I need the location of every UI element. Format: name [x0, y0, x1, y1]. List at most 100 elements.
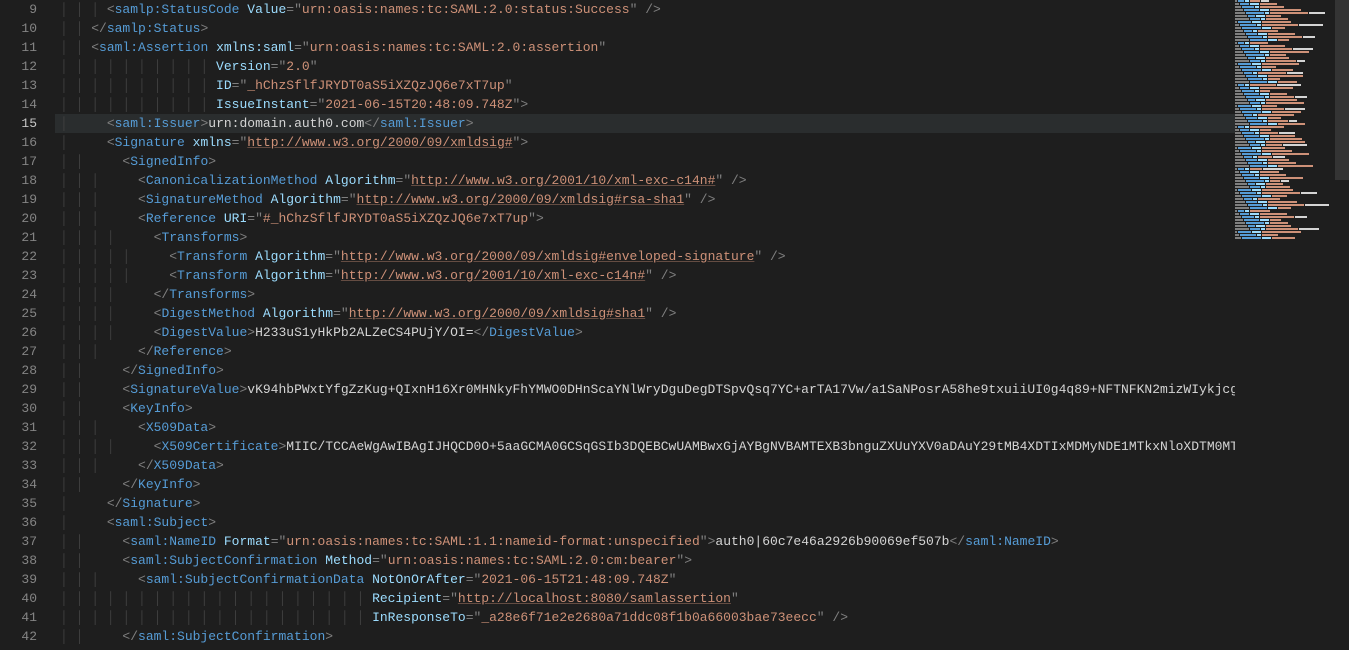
indent-guide: │ │ — [60, 97, 91, 112]
code-line[interactable]: │ │ │ <samlp:StatusCode Value="urn:oasis… — [55, 0, 1349, 19]
token-tag: saml:Issuer — [380, 116, 466, 131]
indent-guide: │ │ │ — [60, 458, 138, 473]
indent-guide: │ │ │ │ │ — [60, 249, 169, 264]
token-pun: < — [107, 116, 115, 131]
line-number: 30 — [0, 399, 37, 418]
token-str: urn:oasis:names:tc:SAML:1.1:nameid-forma… — [286, 534, 699, 549]
code-line[interactable]: │ │ </KeyInfo> — [55, 475, 1349, 494]
token-txt — [263, 192, 271, 207]
code-area[interactable]: │ │ │ <samlp:StatusCode Value="urn:oasis… — [55, 0, 1349, 650]
token-pun: " — [294, 2, 302, 17]
token-pun: > — [575, 325, 583, 340]
token-str: 2021-06-15T20:48:09.748Z — [325, 97, 512, 112]
code-line[interactable]: │ </Signature> — [55, 494, 1349, 513]
code-line[interactable]: │ │ │ </Reference> — [55, 342, 1349, 361]
token-pun: " — [333, 249, 341, 264]
token-tag: X509Certificate — [161, 439, 278, 454]
token-attr: Recipient — [372, 591, 442, 606]
line-number: 22 — [0, 247, 37, 266]
code-line[interactable]: │ │ │ │ │ │ │ │ │ │ ID="_hChzSflfJRYDT0a… — [55, 76, 1349, 95]
indent-guide: │ │ │ │ │ — [60, 268, 169, 283]
code-line[interactable]: │ │ │ <CanonicalizationMethod Algorithm=… — [55, 171, 1349, 190]
token-tag: Transforms — [161, 230, 239, 245]
token-pun: " — [403, 173, 411, 188]
indent-guide: │ │ │ — [60, 173, 138, 188]
token-pun: " — [380, 553, 388, 568]
scroll-thumb[interactable] — [1335, 0, 1349, 180]
indent-guide: │ — [60, 135, 107, 150]
token-txt — [762, 249, 770, 264]
code-line[interactable]: │ │ <SignatureValue>vK94hbPWxtYfgZzKug+Q… — [55, 380, 1349, 399]
code-line[interactable]: │ │ </samlp:Status> — [55, 19, 1349, 38]
code-line[interactable]: │ <saml:Issuer>urn:domain.auth0.com</sam… — [55, 114, 1349, 133]
token-pun: " — [341, 306, 349, 321]
code-line[interactable]: │ │ <saml:NameID Format="urn:oasis:names… — [55, 532, 1349, 551]
token-pun: = — [271, 534, 279, 549]
token-tag: Signature — [115, 135, 185, 150]
code-line[interactable]: │ │ │ │ │ │ │ │ │ │ │ │ │ │ │ │ │ │ │ │ … — [55, 608, 1349, 627]
token-pun: /> — [661, 268, 677, 283]
code-line[interactable]: │ │ </SignedInfo> — [55, 361, 1349, 380]
token-tag: Reference — [146, 211, 216, 226]
token-txt: vK94hbPWxtYfgZzKug+QIxnH16Xr0MHNkyFhYMWO… — [247, 382, 1261, 397]
token-pun: < — [138, 173, 146, 188]
token-txt: auth0|60c7e46a2926b90069ef507b — [715, 534, 949, 549]
token-str: #_hChzSflfJRYDT0aS5iXZQzJQ6e7xT7up — [263, 211, 528, 226]
minimap[interactable] — [1235, 0, 1335, 650]
code-line[interactable]: │ │ │ │ <DigestMethod Algorithm="http://… — [55, 304, 1349, 323]
token-tag: saml:Subject — [115, 515, 209, 530]
code-line[interactable]: │ │ │ │ <Transforms> — [55, 228, 1349, 247]
code-line[interactable]: │ │ │ │ │ <Transform Algorithm="http://w… — [55, 247, 1349, 266]
code-line[interactable]: │ <Signature xmlns="http://www.w3.org/20… — [55, 133, 1349, 152]
code-line[interactable]: │ │ │ <saml:SubjectConfirmationData NotO… — [55, 570, 1349, 589]
line-number: 20 — [0, 209, 37, 228]
code-line[interactable]: │ │ <KeyInfo> — [55, 399, 1349, 418]
code-line[interactable]: │ │ │ │ <X509Certificate>MIIC/TCCAeWgAwI… — [55, 437, 1349, 456]
line-number: 14 — [0, 95, 37, 114]
token-str: urn:oasis:names:tc:SAML:2.0:status:Succe… — [302, 2, 630, 17]
token-tag: saml:SubjectConfirmationData — [146, 572, 364, 587]
code-editor[interactable]: 9101112131415161718192021222324252627282… — [0, 0, 1349, 650]
token-attr: Algorithm — [271, 192, 341, 207]
code-line[interactable]: │ │ │ │ </Transforms> — [55, 285, 1349, 304]
code-line[interactable]: │ │ │ │ <DigestValue>H233uS1yHkPb2ALZeCS… — [55, 323, 1349, 342]
token-pun: > — [536, 211, 544, 226]
line-number: 41 — [0, 608, 37, 627]
token-pun: < — [107, 135, 115, 150]
code-line[interactable]: │ │ │ <X509Data> — [55, 418, 1349, 437]
code-line[interactable]: │ │ │ │ │ │ │ │ │ │ │ │ │ │ │ │ │ │ │ │ … — [55, 589, 1349, 608]
token-attr: Algorithm — [255, 268, 325, 283]
code-line[interactable]: │ │ │ │ │ │ │ │ │ │ IssueInstant="2021-0… — [55, 95, 1349, 114]
token-txt: urn:domain.auth0.com — [208, 116, 364, 131]
code-line[interactable]: │ │ </saml:SubjectConfirmation> — [55, 627, 1349, 646]
token-tag: samlp:Status — [107, 21, 201, 36]
token-pun: " — [598, 40, 606, 55]
code-line[interactable]: │ │ <saml:SubjectConfirmation Method="ur… — [55, 551, 1349, 570]
indent-guide: │ │ │ — [60, 2, 107, 17]
token-pun: </ — [474, 325, 490, 340]
token-pun: " — [302, 40, 310, 55]
code-line[interactable]: │ │ │ │ │ │ │ │ │ │ Version="2.0" — [55, 57, 1349, 76]
token-pun: </ — [138, 344, 154, 359]
code-line[interactable]: │ <saml:Subject> — [55, 513, 1349, 532]
vertical-scrollbar[interactable] — [1335, 0, 1349, 650]
token-str: _hChzSflfJRYDT0aS5iXZQzJQ6e7xT7up — [247, 78, 504, 93]
line-number: 23 — [0, 266, 37, 285]
token-pun: = — [247, 211, 255, 226]
token-pun: > — [325, 629, 333, 644]
code-line[interactable]: │ │ │ <SignatureMethod Algorithm="http:/… — [55, 190, 1349, 209]
code-line[interactable]: │ │ <saml:Assertion xmlns:saml="urn:oasi… — [55, 38, 1349, 57]
token-link: http://www.w3.org/2000/09/xmldsig#rsa-sh… — [357, 192, 685, 207]
token-txt — [653, 268, 661, 283]
token-txt: MIIC/TCCAeWgAwIBAgIJHQCD0O+5aaGCMA0GCSqG… — [286, 439, 1261, 454]
line-number: 13 — [0, 76, 37, 95]
code-line[interactable]: │ │ │ </X509Data> — [55, 456, 1349, 475]
code-line[interactable]: │ │ │ <Reference URI="#_hChzSflfJRYDT0aS… — [55, 209, 1349, 228]
token-pun: /> — [645, 2, 661, 17]
token-pun: < — [107, 2, 115, 17]
token-pun: > — [224, 344, 232, 359]
token-pun: </ — [122, 477, 138, 492]
token-attr: Method — [325, 553, 372, 568]
code-line[interactable]: │ │ │ │ │ <Transform Algorithm="http://w… — [55, 266, 1349, 285]
code-line[interactable]: │ │ <SignedInfo> — [55, 152, 1349, 171]
